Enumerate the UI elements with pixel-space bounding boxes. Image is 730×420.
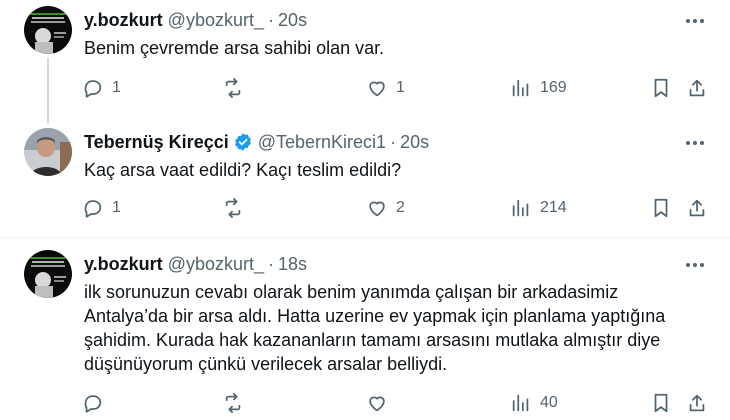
action-bar: 1 2 214 [0, 195, 730, 221]
separator-dot: · [267, 10, 274, 30]
retweet-icon [225, 392, 241, 414]
heart-icon [369, 396, 385, 412]
reply-icon [84, 200, 102, 218]
verified-badge-icon [233, 132, 253, 152]
reply-count: 1 [112, 199, 121, 216]
reply-icon [84, 395, 102, 413]
share-icon [689, 199, 705, 217]
action-bar: 40 [0, 390, 730, 416]
timestamp[interactable]: 20s [278, 9, 307, 31]
views-button[interactable]: 214 [510, 195, 567, 221]
tweet-header: y.bozkurt @ybozkurt_ · 20s [84, 9, 670, 31]
author-handle[interactable]: @TebernKireci1 [258, 131, 386, 153]
author-name[interactable]: y.bozkurt [84, 9, 163, 31]
retweet-button[interactable] [222, 390, 252, 416]
bookmark-icon [654, 198, 668, 218]
tweet[interactable]: y.bozkurt @ybozkurt_ · 20s Benim çevremd… [0, 0, 730, 124]
like-count: 2 [396, 199, 405, 216]
reply-button[interactable]: 1 [82, 75, 121, 101]
reply-thread: y.bozkurt @ybozkurt_ · 20s Benim çevremd… [0, 0, 730, 420]
retweet-button[interactable] [222, 75, 252, 101]
like-button[interactable] [366, 390, 396, 416]
more-icon[interactable] [682, 132, 708, 154]
action-bar: 1 1 169 [0, 75, 730, 101]
tweet-text-line: şahidim. Kurada hak kazananların tamamı … [84, 330, 661, 350]
author-name[interactable]: Tebernüş Kireçci [84, 131, 229, 153]
retweet-button[interactable] [222, 195, 252, 221]
bookmark-button[interactable] [650, 195, 672, 221]
tweet-header: y.bozkurt @ybozkurt_ · 18s [84, 253, 670, 275]
views-icon [512, 199, 529, 217]
bookmark-icon [654, 393, 668, 413]
bookmark-button[interactable] [650, 390, 672, 416]
retweet-icon [225, 197, 241, 219]
timestamp[interactable]: 18s [278, 253, 307, 275]
bookmark-button[interactable] [650, 75, 672, 101]
reply-button[interactable]: 1 [82, 195, 121, 221]
reply-count: 1 [112, 79, 121, 96]
views-button[interactable]: 169 [510, 75, 567, 101]
view-count: 40 [540, 394, 558, 411]
tweet-text: Kaç arsa vaat edildi? Kaçı teslim edildi… [84, 160, 402, 180]
tweet-text-line: Antalya’da bir arsa aldı. Hatta uzerine … [84, 306, 666, 326]
separator-dot: · [390, 132, 397, 152]
share-button[interactable] [686, 75, 708, 101]
tweet-text-line: ilk sorunuzun cevabı olarak benim yanımd… [84, 282, 619, 302]
like-count: 1 [396, 79, 405, 96]
avatar[interactable] [24, 250, 72, 298]
heart-icon [369, 81, 385, 97]
author-handle[interactable]: @ybozkurt_ [168, 9, 264, 31]
view-count: 169 [540, 79, 567, 96]
like-button[interactable]: 1 [366, 75, 405, 101]
like-button[interactable]: 2 [366, 195, 405, 221]
views-button[interactable]: 40 [510, 390, 558, 416]
tweet-text: ilk sorunuzun cevabı olarak benim yanımd… [84, 280, 690, 376]
tweet[interactable]: y.bozkurt @ybozkurt_ · 18s ilk sorunuzun… [0, 238, 730, 420]
share-button[interactable] [686, 195, 708, 221]
share-button[interactable] [686, 390, 708, 416]
view-count: 214 [540, 199, 567, 216]
author-handle[interactable]: @ybozkurt_ [168, 253, 264, 275]
tweet-text-line: düşünüyorum çünkü verilecek arsalar bell… [84, 354, 448, 374]
avatar[interactable] [24, 128, 72, 176]
separator-dot: · [267, 254, 274, 274]
more-icon[interactable] [682, 254, 708, 276]
tweet[interactable]: Tebernüş Kireçci @TebernKireci1 · 20s Ka… [0, 118, 730, 238]
bookmark-icon [654, 78, 668, 98]
views-icon [512, 394, 529, 412]
more-icon[interactable] [682, 10, 708, 32]
views-icon [512, 79, 529, 97]
reply-icon [84, 80, 102, 98]
share-icon [689, 79, 705, 97]
tweet-header: Tebernüş Kireçci @TebernKireci1 · 20s [84, 131, 670, 153]
avatar[interactable] [24, 6, 72, 54]
retweet-icon [225, 77, 241, 99]
heart-icon [369, 201, 385, 217]
reply-button[interactable] [82, 390, 112, 416]
timestamp[interactable]: 20s [400, 131, 429, 153]
share-icon [689, 394, 705, 412]
tweet-text: Benim çevremde arsa sahibi olan var. [84, 38, 385, 58]
author-name[interactable]: y.bozkurt [84, 253, 163, 275]
